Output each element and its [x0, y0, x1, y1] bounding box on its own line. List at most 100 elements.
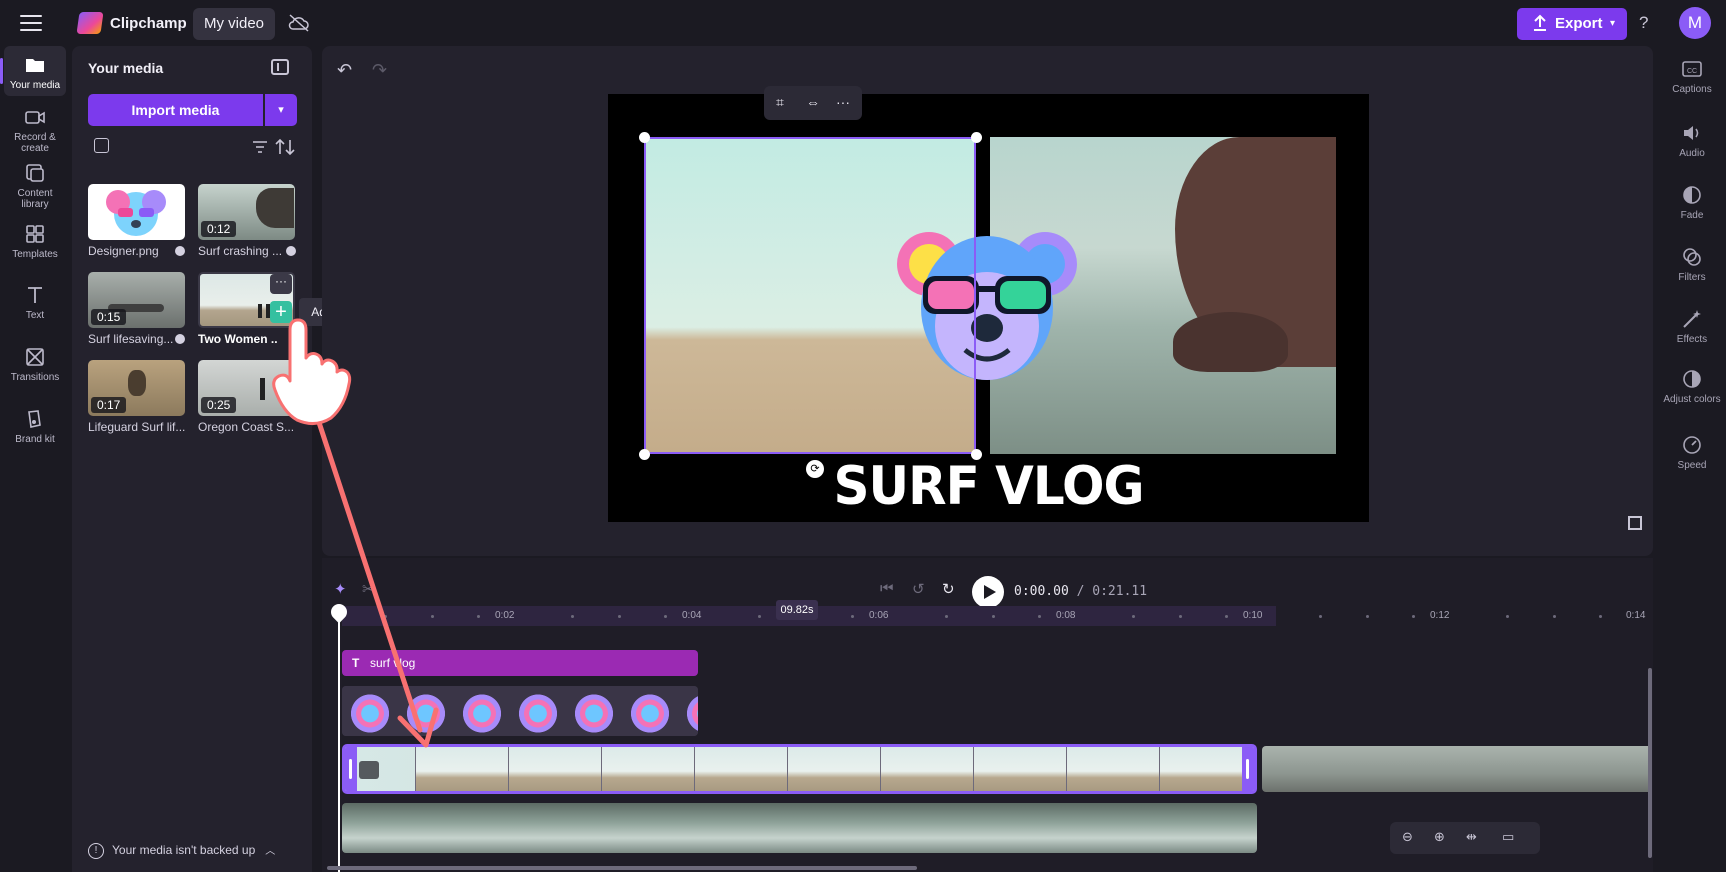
media-thumb-surf-crashing[interactable]: 0:12: [198, 184, 295, 240]
video-canvas[interactable]: ⟳ SURF VLOG: [608, 94, 1369, 522]
avatar[interactable]: M: [1679, 7, 1711, 39]
templates-icon: [26, 225, 44, 243]
rail-item-effects[interactable]: Effects: [1660, 308, 1724, 345]
media-thumb-designer[interactable]: [88, 184, 185, 240]
camera-icon: [25, 111, 45, 124]
filter-icon[interactable]: [252, 140, 268, 154]
play-button[interactable]: [972, 576, 1004, 608]
sticker-clip[interactable]: [342, 686, 698, 736]
media-name: Two Women ...: [198, 332, 278, 346]
project-title[interactable]: My video: [193, 8, 275, 40]
crop-icon[interactable]: ⌗: [776, 94, 784, 111]
rail-item-captions[interactable]: CC Captions: [1660, 58, 1724, 95]
zoom-in-icon[interactable]: ⊕: [1434, 829, 1445, 845]
timeline: ✦ ✂ ⏮ ↺ ↻ 0:00.00 / 0:21.11 0:02 0:04 0:…: [322, 558, 1653, 872]
rail-item-speed[interactable]: Speed: [1660, 434, 1724, 471]
export-button[interactable]: Export ▾: [1517, 8, 1627, 40]
duration-badge: 0:12: [201, 221, 237, 237]
playhead[interactable]: [338, 606, 340, 872]
resize-handle[interactable]: [639, 132, 650, 143]
koala-image: [106, 190, 166, 236]
app-name: Clipchamp: [110, 15, 187, 32]
rail-label: Effects: [1676, 334, 1708, 345]
top-bar: Clipchamp My video Export ▾ ? M: [0, 0, 1726, 46]
redo-icon[interactable]: ↷: [372, 60, 387, 81]
resize-handle[interactable]: [971, 132, 982, 143]
tick-label: 0:10: [1243, 610, 1263, 621]
rail-label: Audio: [1679, 148, 1705, 159]
more-options-icon[interactable]: ···: [270, 274, 292, 294]
tick-label: 0:06: [869, 610, 889, 621]
expand-timeline-icon[interactable]: ▭: [1502, 829, 1514, 845]
rail-label: Content library: [17, 188, 53, 210]
duration-badge: 0:17: [91, 397, 127, 413]
rail-item-transitions[interactable]: Transitions: [4, 346, 66, 383]
tick-label: 0:02: [495, 610, 515, 621]
time-ruler[interactable]: 0:02 0:04 0:06 0:08 0:10 0:12 0:14: [342, 606, 1653, 626]
rail-item-templates[interactable]: Templates: [4, 223, 66, 260]
volume-icon[interactable]: [359, 761, 379, 779]
timecode: 0:00.00 / 0:21.11: [1014, 584, 1147, 599]
horizontal-scrollbar[interactable]: [327, 866, 917, 870]
fit-timeline-icon[interactable]: ⇹: [1466, 829, 1477, 845]
tick-label: 0:04: [682, 610, 702, 621]
rail-item-record-create[interactable]: Record & create: [4, 106, 66, 154]
tick-label: 0:12: [1430, 610, 1450, 621]
selected-video-clip[interactable]: [342, 744, 1257, 794]
trim-handle-left[interactable]: [345, 747, 357, 791]
saved-check-icon: [175, 246, 185, 256]
rail-label: Brand kit: [15, 434, 55, 445]
floating-toolbar: ⌗ ⇔ ···: [764, 86, 862, 120]
saved-check-icon: [286, 246, 296, 256]
vertical-scrollbar[interactable]: [1648, 668, 1652, 858]
playback-controls: ✦ ✂ ⏮ ↺ ↻ 0:00.00 / 0:21.11: [322, 568, 1653, 608]
video-clip[interactable]: [342, 803, 1257, 853]
undo-icon[interactable]: ↶: [337, 60, 352, 81]
media-thumb-surf-lifesaving[interactable]: 0:15: [88, 272, 185, 328]
import-dropdown-button[interactable]: ▾: [265, 94, 297, 126]
sort-icon[interactable]: [275, 138, 295, 156]
tick-label: 0:08: [1056, 610, 1076, 621]
filters-icon: [1683, 248, 1701, 266]
import-media-button[interactable]: Import media: [88, 94, 263, 126]
media-name: Lifeguard Surf lif...: [88, 420, 185, 434]
fullscreen-icon[interactable]: [1628, 516, 1642, 530]
split-icon[interactable]: ✂: [362, 580, 375, 598]
video-clip[interactable]: [1262, 746, 1652, 792]
media-name: Oregon Coast S...: [198, 420, 295, 434]
current-time: 0:00.00: [1014, 584, 1069, 599]
more-icon[interactable]: ···: [836, 94, 850, 110]
rail-item-brand-kit[interactable]: Brand kit: [4, 408, 66, 445]
skip-back-icon[interactable]: ⏮: [880, 580, 894, 597]
rail-item-your-media[interactable]: Your media: [0, 46, 66, 96]
trim-handle-right[interactable]: [1242, 747, 1254, 791]
media-thumb-lifeguard[interactable]: 0:17: [88, 360, 185, 416]
magic-icon[interactable]: ✦: [334, 580, 347, 598]
title-overlay[interactable]: SURF VLOG: [608, 456, 1369, 517]
media-thumb-oregon-coast[interactable]: 0:25: [198, 360, 295, 416]
select-all-checkbox[interactable]: [94, 138, 109, 153]
fit-icon[interactable]: ⇔: [806, 94, 820, 110]
help-icon[interactable]: ?: [1639, 13, 1648, 33]
rail-item-adjust-colors[interactable]: Adjust colors: [1660, 368, 1724, 405]
rail-item-audio[interactable]: Audio: [1660, 122, 1724, 159]
rewind-5-icon[interactable]: ↺: [912, 580, 925, 598]
zoom-out-icon[interactable]: ⊖: [1402, 829, 1413, 845]
text-clip[interactable]: T surf vlog: [342, 650, 698, 676]
selection-frame: [644, 137, 976, 454]
media-name: Surf lifesaving...: [88, 332, 174, 346]
rail-item-text[interactable]: Text: [4, 284, 66, 321]
backup-notice[interactable]: ! Your media isn't backed up ︿: [88, 842, 298, 866]
text-icon: T: [352, 656, 360, 670]
menu-icon[interactable]: [20, 15, 42, 31]
collapse-panel-icon[interactable]: [271, 59, 289, 75]
library-icon: [26, 164, 44, 182]
adjust-colors-icon: [1683, 370, 1701, 388]
rail-item-filters[interactable]: Filters: [1660, 246, 1724, 283]
cloud-off-icon[interactable]: [288, 14, 310, 32]
rail-item-fade[interactable]: Fade: [1660, 184, 1724, 221]
forward-5-icon[interactable]: ↻: [942, 580, 955, 598]
clipchamp-logo-icon: [76, 12, 104, 34]
add-to-timeline-button[interactable]: +: [270, 301, 292, 323]
rail-item-content-library[interactable]: Content library: [4, 162, 66, 210]
